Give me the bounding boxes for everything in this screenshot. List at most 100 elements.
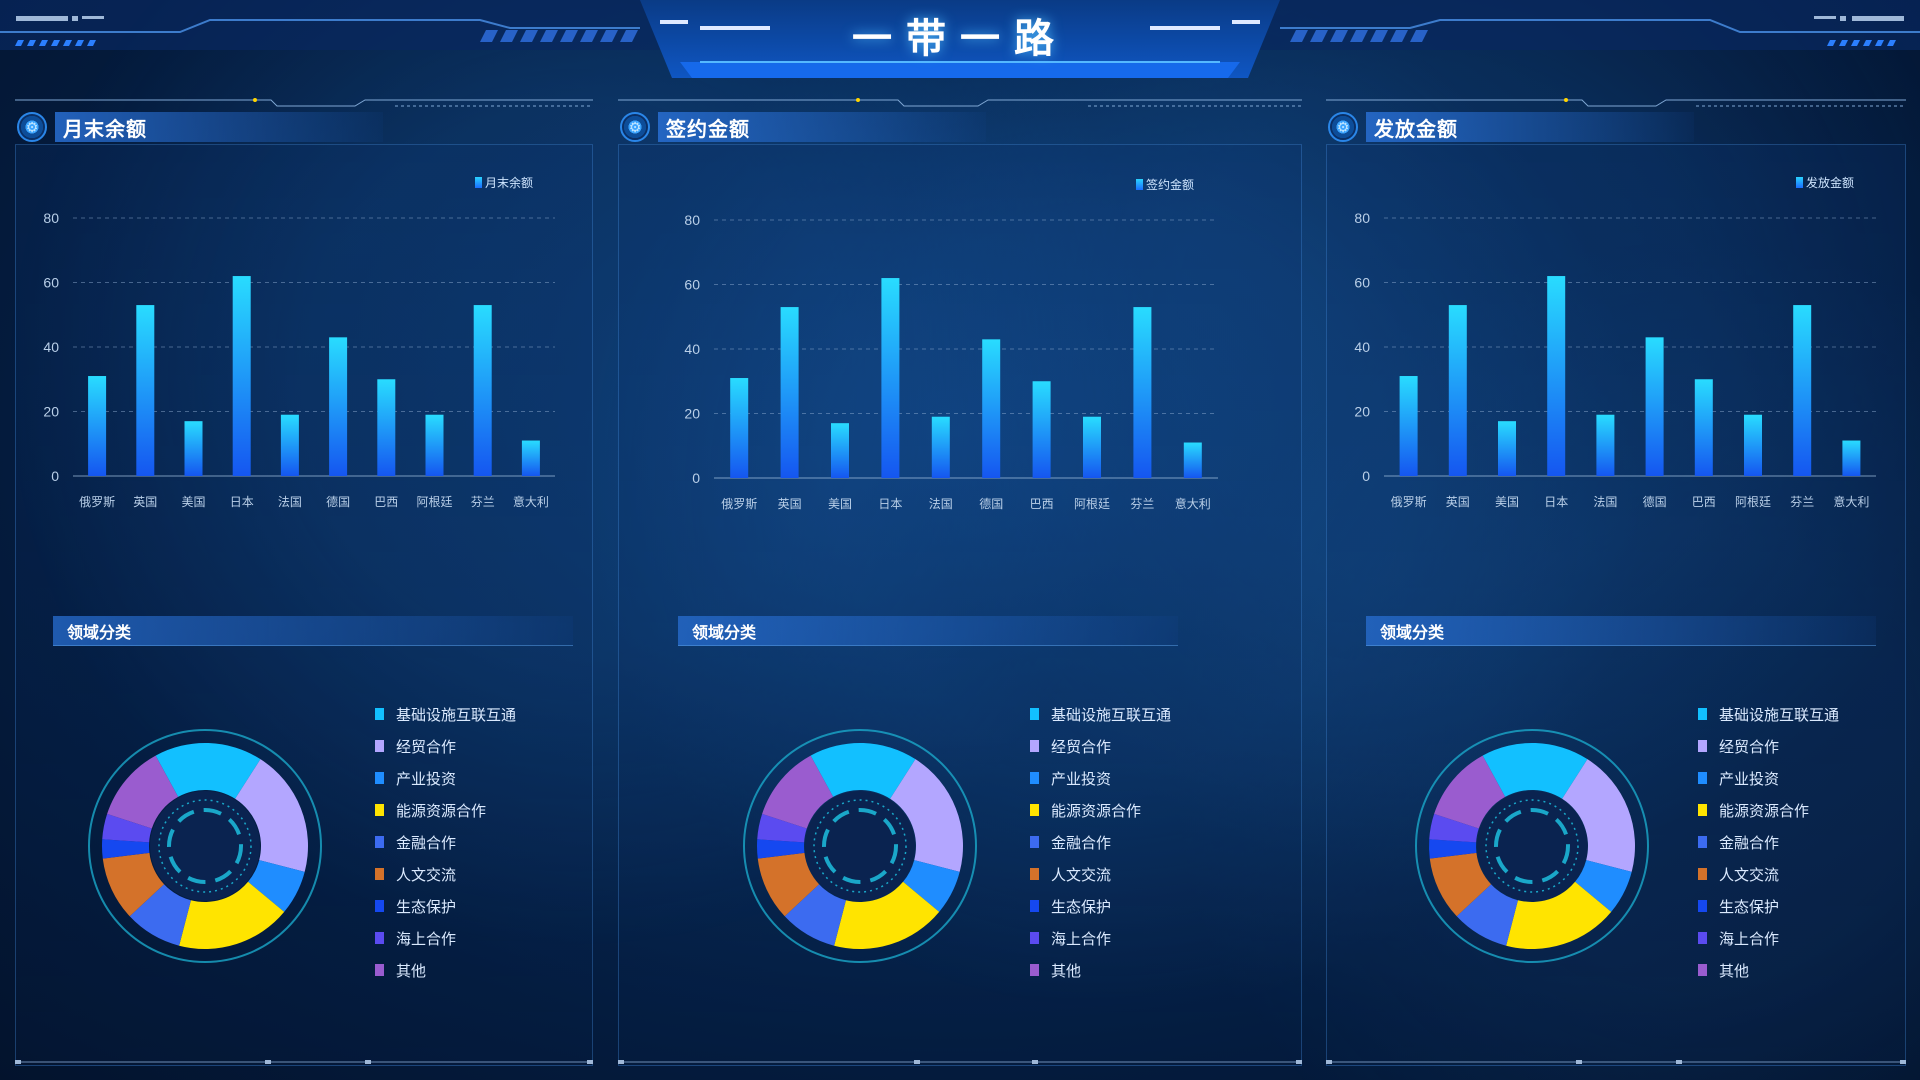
donut-center <box>150 791 260 901</box>
pie-legend-item[interactable]: 基础设施互联互通 <box>1030 698 1171 730</box>
pie-legend-label: 能源资源合作 <box>396 802 487 820</box>
pie-legend-label: 基础设施互联互通 <box>1051 706 1172 724</box>
pie-legend-item[interactable]: 基础设施互联互通 <box>375 698 516 730</box>
bar[interactable] <box>780 307 799 478</box>
bar[interactable] <box>1842 440 1861 476</box>
pie-legend-label: 经贸合作 <box>396 738 457 756</box>
pie-legend-label: 人文交流 <box>1719 866 1780 884</box>
pie-legend-item[interactable]: 生态保护 <box>1030 890 1171 922</box>
bar[interactable] <box>232 276 251 476</box>
pie-legend-item[interactable]: 金融合作 <box>1030 826 1171 858</box>
panel-month-end-balance: ⚙ 月末余额 月末余额 0 20 40 60 80 俄罗斯 英国 美国 日本 法国 德国 巴西 阿根廷芬… <box>15 96 593 1066</box>
legend-swatch-icon <box>375 868 384 880</box>
pie-legend-label: 生态保护 <box>396 898 457 916</box>
bar[interactable] <box>1498 421 1516 476</box>
pie-legend-item[interactable]: 经贸合作 <box>1030 730 1171 762</box>
legend-swatch-icon <box>1030 932 1039 944</box>
x-tick-label: 巴西 <box>1030 497 1054 511</box>
legend-swatch-icon <box>1698 932 1707 944</box>
pie-legend-label: 能源资源合作 <box>1719 802 1810 820</box>
bar[interactable] <box>473 305 492 476</box>
pie-legend-label: 人文交流 <box>396 866 457 884</box>
bar[interactable] <box>136 305 155 476</box>
pie-legend-label: 基础设施互联互通 <box>396 706 517 724</box>
legend-swatch-icon <box>375 932 384 944</box>
pie-legend-item[interactable]: 其他 <box>1698 954 1839 986</box>
pie-legend-item[interactable]: 产业投资 <box>1030 762 1171 794</box>
bar[interactable] <box>831 423 849 478</box>
legend-swatch-icon <box>1698 900 1707 912</box>
bar[interactable] <box>377 379 396 476</box>
bar-chart-svg: 0 20 40 60 80 俄罗斯 英国 美国 日本 法国 德国 巴西 阿根廷 芬兰 意大利 <box>684 212 1218 511</box>
bar[interactable] <box>931 416 950 478</box>
legend-swatch-icon <box>375 804 384 816</box>
bar[interactable] <box>1133 307 1152 478</box>
bar[interactable] <box>982 339 1001 478</box>
bar[interactable] <box>521 440 540 476</box>
legend-swatch-icon <box>1030 964 1039 976</box>
legend-swatch-icon <box>375 836 384 848</box>
bar[interactable] <box>1744 414 1762 476</box>
bar[interactable] <box>1694 379 1713 476</box>
bar[interactable] <box>425 414 444 476</box>
section-title: 领域分类 <box>678 616 1178 646</box>
bar[interactable] <box>1547 276 1566 476</box>
pie-legend-label: 人文交流 <box>1051 866 1112 884</box>
legend-swatch-icon <box>1698 708 1707 720</box>
pie-legend-item[interactable]: 其他 <box>375 954 516 986</box>
x-tick-label: 俄罗斯 <box>721 497 757 511</box>
bar[interactable] <box>1183 442 1202 478</box>
y-tick-label: 20 <box>43 404 59 420</box>
bar[interactable] <box>1032 381 1051 478</box>
legend-swatch-icon <box>1698 964 1707 976</box>
pie-legend-item[interactable]: 人文交流 <box>375 858 516 890</box>
pie-legend-item[interactable]: 人文交流 <box>1698 858 1839 890</box>
pie-legend-label: 能源资源合作 <box>1051 802 1142 820</box>
x-tick-label: 法国 <box>1593 495 1617 509</box>
pie-legend-item[interactable]: 金融合作 <box>1698 826 1839 858</box>
bar[interactable] <box>184 421 203 476</box>
pie-legend-item[interactable]: 能源资源合作 <box>375 794 516 826</box>
panel-bottom-ornament <box>15 1060 593 1064</box>
x-tick-label: 芬兰 <box>1790 495 1814 509</box>
pie-legend-item[interactable]: 金融合作 <box>375 826 516 858</box>
panel-disbursed-amount: ⚙ 发放金额 发放金额 0 20 40 60 80 俄罗斯 英国 美国 日本 法国 德国 巴西 阿根廷芬… <box>1326 96 1906 1066</box>
pie-legend-item[interactable]: 海上合作 <box>1698 922 1839 954</box>
pie-legend-label: 海上合作 <box>1051 930 1112 948</box>
pie-legend-item[interactable]: 能源资源合作 <box>1030 794 1171 826</box>
pie-legend-item[interactable]: 海上合作 <box>1030 922 1171 954</box>
pie-legend-item[interactable]: 人文交流 <box>1030 858 1171 890</box>
bar[interactable] <box>1645 337 1664 476</box>
bar[interactable] <box>329 337 348 476</box>
x-tick-label: 英国 <box>1446 495 1470 509</box>
pie-legend-item[interactable]: 产业投资 <box>1698 762 1839 794</box>
x-tick-label: 意大利 <box>513 494 549 509</box>
bar[interactable] <box>1448 305 1467 476</box>
pie-legend-item[interactable]: 经贸合作 <box>1698 730 1839 762</box>
bar[interactable] <box>1399 376 1418 476</box>
legend-swatch-icon <box>1030 836 1039 848</box>
bar[interactable] <box>1596 414 1615 476</box>
bar[interactable] <box>881 278 900 478</box>
bar[interactable] <box>88 376 107 476</box>
pie-legend-label: 金融合作 <box>396 834 457 852</box>
x-tick-label: 阿根廷 <box>1735 495 1771 509</box>
bar[interactable] <box>280 414 299 476</box>
bar[interactable] <box>1793 305 1812 476</box>
pie-legend-item[interactable]: 基础设施互联互通 <box>1698 698 1839 730</box>
pie-legend-label: 其他 <box>1719 962 1750 980</box>
pie-legend-item[interactable]: 海上合作 <box>375 922 516 954</box>
x-tick-label: 巴西 <box>374 495 398 509</box>
pie-legend-item[interactable]: 生态保护 <box>375 890 516 922</box>
pie-legend-item[interactable]: 生态保护 <box>1698 890 1839 922</box>
legend-swatch-icon <box>375 772 384 784</box>
y-tick-label: 0 <box>692 470 700 486</box>
bar[interactable] <box>1083 416 1101 478</box>
pie-legend-item[interactable]: 能源资源合作 <box>1698 794 1839 826</box>
x-tick-label: 巴西 <box>1692 495 1716 509</box>
pie-legend-item[interactable]: 经贸合作 <box>375 730 516 762</box>
pie-legend-item[interactable]: 其他 <box>1030 954 1171 986</box>
pie-legend-label: 产业投资 <box>1051 770 1112 788</box>
pie-legend-item[interactable]: 产业投资 <box>375 762 516 794</box>
bar[interactable] <box>730 378 749 478</box>
